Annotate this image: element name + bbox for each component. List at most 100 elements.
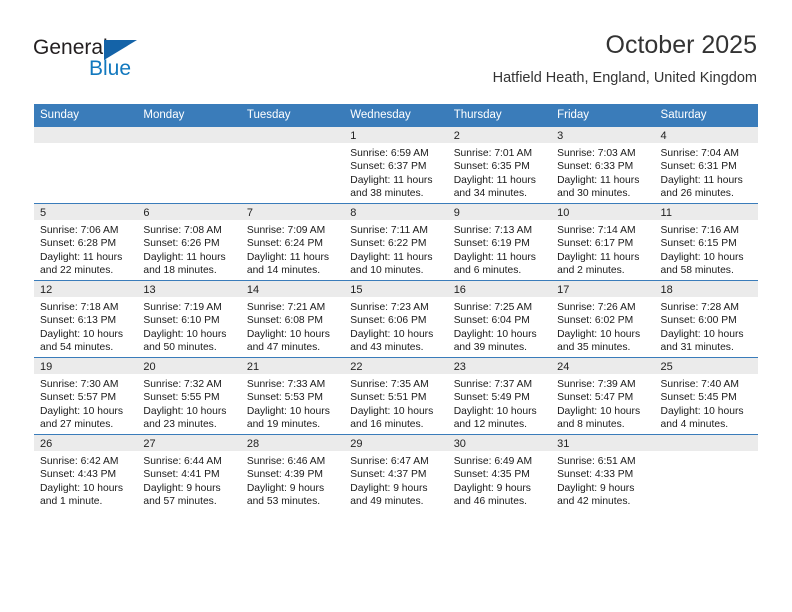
calendar-body: 1 Sunrise: 6:59 AM Sunset: 6:37 PM Daylight… [34, 126, 758, 511]
sunrise-text: Sunrise: 7:35 AM [350, 379, 429, 390]
day-number: 10 [551, 204, 655, 220]
daylight-text: Daylight: 10 hours and 4 minutes. [660, 405, 744, 431]
daylight-text: Daylight: 10 hours and 23 minutes. [143, 405, 227, 431]
calendar-day-cell[interactable]: 19 Sunrise: 7:30 AM Sunset: 5:57 PM Dayligh… [34, 357, 138, 435]
day-number: 19 [34, 358, 138, 374]
calendar-page: General Blue October 2025 Hatfield Heath… [0, 0, 792, 612]
calendar-day-cell[interactable]: 28 Sunrise: 6:46 AM Sunset: 4:39 PM Dayligh… [240, 434, 345, 511]
sunset-text: Sunset: 6:22 PM [350, 238, 427, 250]
day-number: 29 [344, 435, 448, 451]
sunrise-text: Sunrise: 7:08 AM [143, 225, 222, 236]
sunset-text: Sunset: 6:31 PM [660, 161, 737, 173]
daylight-text: Daylight: 11 hours and 10 minutes. [350, 251, 433, 277]
calendar-day-cell[interactable]: 11 Sunrise: 7:16 AM Sunset: 6:15 PM Dayligh… [654, 203, 758, 281]
calendar-day-cell[interactable]: 15 Sunrise: 7:23 AM Sunset: 6:06 PM Dayligh… [344, 280, 448, 358]
calendar-day-cell[interactable]: 12 Sunrise: 7:18 AM Sunset: 6:13 PM Dayligh… [34, 280, 138, 358]
calendar-day-cell[interactable]: 23 Sunrise: 7:37 AM Sunset: 5:49 PM Dayligh… [447, 357, 552, 435]
day-number: 1 [344, 127, 448, 143]
sunrise-text: Sunrise: 7:30 AM [40, 379, 119, 390]
day-details: Sunrise: 6:44 AM Sunset: 4:41 PM Daylight:… [137, 451, 240, 509]
calendar-day-cell[interactable]: 13 Sunrise: 7:19 AM Sunset: 6:10 PM Dayligh… [137, 280, 241, 358]
sunrise-text: Sunrise: 7:16 AM [660, 225, 739, 236]
sunset-text: Sunset: 6:37 PM [350, 161, 427, 173]
sunset-text: Sunset: 6:10 PM [143, 315, 220, 327]
daylight-text: Daylight: 11 hours and 18 minutes. [143, 251, 226, 277]
day-number: 15 [344, 281, 448, 297]
daylight-text: Daylight: 11 hours and 26 minutes. [660, 174, 743, 200]
day-number [240, 127, 345, 143]
day-number: 28 [240, 435, 345, 451]
calendar-week-row: 26 Sunrise: 6:42 AM Sunset: 4:43 PM Dayligh… [34, 434, 758, 511]
daylight-text: Daylight: 10 hours and 16 minutes. [350, 405, 434, 431]
calendar-day-cell[interactable]: 6 Sunrise: 7:08 AM Sunset: 6:26 PM Daylight… [137, 203, 241, 281]
calendar-day-cell-empty [240, 126, 345, 204]
calendar-day-cell[interactable]: 8 Sunrise: 7:11 AM Sunset: 6:22 PM Daylight… [344, 203, 448, 281]
calendar-day-cell[interactable]: 30 Sunrise: 6:49 AM Sunset: 4:35 PM Dayligh… [447, 434, 552, 511]
calendar-week-row: 19 Sunrise: 7:30 AM Sunset: 5:57 PM Dayligh… [34, 357, 758, 435]
calendar-day-cell[interactable]: 7 Sunrise: 7:09 AM Sunset: 6:24 PM Daylight… [240, 203, 345, 281]
title-block: October 2025 Hatfield Heath, England, Un… [493, 30, 757, 87]
sunset-text: Sunset: 4:37 PM [350, 469, 427, 481]
day-number: 6 [137, 204, 241, 220]
calendar-day-cell-empty [137, 126, 241, 204]
day-details: Sunrise: 6:46 AM Sunset: 4:39 PM Daylight:… [241, 451, 344, 509]
day-number: 8 [344, 204, 448, 220]
sunset-text: Sunset: 6:04 PM [453, 315, 530, 327]
calendar-day-cell[interactable]: 4 Sunrise: 7:04 AM Sunset: 6:31 PM Daylight… [654, 126, 758, 204]
calendar-day-cell[interactable]: 16 Sunrise: 7:25 AM Sunset: 6:04 PM Dayligh… [447, 280, 552, 358]
day-number: 9 [447, 204, 552, 220]
sunrise-text: Sunrise: 7:03 AM [557, 148, 636, 159]
calendar-day-cell[interactable]: 5 Sunrise: 7:06 AM Sunset: 6:28 PM Daylight… [34, 203, 138, 281]
calendar-day-cell[interactable]: 21 Sunrise: 7:33 AM Sunset: 5:53 PM Dayligh… [240, 357, 345, 435]
sunrise-text: Sunrise: 7:40 AM [660, 379, 739, 390]
calendar-day-cell[interactable]: 3 Sunrise: 7:03 AM Sunset: 6:33 PM Daylight… [551, 126, 655, 204]
sunset-text: Sunset: 4:39 PM [246, 469, 323, 481]
calendar-day-cell[interactable]: 10 Sunrise: 7:14 AM Sunset: 6:17 PM Dayligh… [551, 203, 655, 281]
day-details: Sunrise: 7:37 AM Sunset: 5:49 PM Daylight:… [448, 374, 551, 432]
daylight-text: Daylight: 10 hours and 39 minutes. [453, 328, 537, 354]
sunrise-text: Sunrise: 7:39 AM [557, 379, 636, 390]
sunset-text: Sunset: 6:00 PM [660, 315, 737, 327]
sunrise-text: Sunrise: 7:13 AM [453, 225, 533, 236]
sunset-text: Sunset: 6:08 PM [246, 315, 323, 327]
day-details: Sunrise: 7:14 AM Sunset: 6:17 PM Daylight:… [551, 220, 654, 278]
general-blue-logo[interactable]: General Blue [33, 36, 173, 86]
day-details: Sunrise: 6:59 AM Sunset: 6:37 PM Daylight:… [344, 143, 447, 201]
calendar-day-cell[interactable]: 2 Sunrise: 7:01 AM Sunset: 6:35 PM Daylight… [447, 126, 552, 204]
calendar-day-cell[interactable]: 27 Sunrise: 6:44 AM Sunset: 4:41 PM Dayligh… [137, 434, 241, 511]
day-number: 25 [654, 358, 758, 374]
sunrise-text: Sunrise: 7:01 AM [453, 148, 533, 159]
day-details: Sunrise: 7:06 AM Sunset: 6:28 PM Daylight:… [34, 220, 137, 278]
daylight-text: Daylight: 10 hours and 1 minute. [40, 482, 123, 508]
calendar-day-cell[interactable]: 1 Sunrise: 6:59 AM Sunset: 6:37 PM Daylight… [344, 126, 448, 204]
calendar-day-cell[interactable]: 18 Sunrise: 7:28 AM Sunset: 6:00 PM Dayligh… [654, 280, 758, 358]
calendar-week-row: 12 Sunrise: 7:18 AM Sunset: 6:13 PM Dayligh… [34, 280, 758, 358]
day-details: Sunrise: 7:32 AM Sunset: 5:55 PM Daylight:… [137, 374, 240, 432]
daylight-text: Daylight: 10 hours and 54 minutes. [40, 328, 123, 354]
sunset-text: Sunset: 6:24 PM [246, 238, 323, 250]
calendar-day-cell[interactable]: 22 Sunrise: 7:35 AM Sunset: 5:51 PM Dayligh… [344, 357, 448, 435]
day-number: 14 [240, 281, 345, 297]
sunrise-text: Sunrise: 7:14 AM [557, 225, 636, 236]
calendar-day-cell[interactable]: 24 Sunrise: 7:39 AM Sunset: 5:47 PM Dayligh… [551, 357, 655, 435]
sunset-text: Sunset: 5:53 PM [246, 392, 323, 404]
calendar-day-cell[interactable]: 17 Sunrise: 7:26 AM Sunset: 6:02 PM Dayligh… [551, 280, 655, 358]
calendar-day-cell[interactable]: 14 Sunrise: 7:21 AM Sunset: 6:08 PM Dayligh… [240, 280, 345, 358]
day-details: Sunrise: 7:18 AM Sunset: 6:13 PM Daylight:… [34, 297, 137, 355]
day-details: Sunrise: 7:28 AM Sunset: 6:00 PM Daylight:… [655, 297, 758, 355]
sunrise-text: Sunrise: 7:04 AM [660, 148, 739, 159]
sunset-text: Sunset: 6:15 PM [660, 238, 737, 250]
calendar-day-cell[interactable]: 9 Sunrise: 7:13 AM Sunset: 6:19 PM Daylight… [447, 203, 552, 281]
day-number: 31 [551, 435, 655, 451]
day-details: Sunrise: 7:19 AM Sunset: 6:10 PM Daylight:… [137, 297, 240, 355]
calendar-day-cell[interactable]: 31 Sunrise: 6:51 AM Sunset: 4:33 PM Dayligh… [551, 434, 655, 511]
weekday-header-friday: Friday [551, 104, 655, 127]
day-details: Sunrise: 7:35 AM Sunset: 5:51 PM Daylight:… [344, 374, 447, 432]
daylight-text: Daylight: 11 hours and 38 minutes. [350, 174, 433, 200]
sunrise-text: Sunrise: 7:37 AM [453, 379, 533, 390]
calendar-day-cell[interactable]: 26 Sunrise: 6:42 AM Sunset: 4:43 PM Dayligh… [34, 434, 138, 511]
calendar-day-cell[interactable]: 20 Sunrise: 7:32 AM Sunset: 5:55 PM Dayligh… [137, 357, 241, 435]
calendar-day-cell-empty [654, 434, 758, 511]
calendar-day-cell[interactable]: 25 Sunrise: 7:40 AM Sunset: 5:45 PM Dayligh… [654, 357, 758, 435]
calendar-day-cell[interactable]: 29 Sunrise: 6:47 AM Sunset: 4:37 PM Dayligh… [344, 434, 448, 511]
